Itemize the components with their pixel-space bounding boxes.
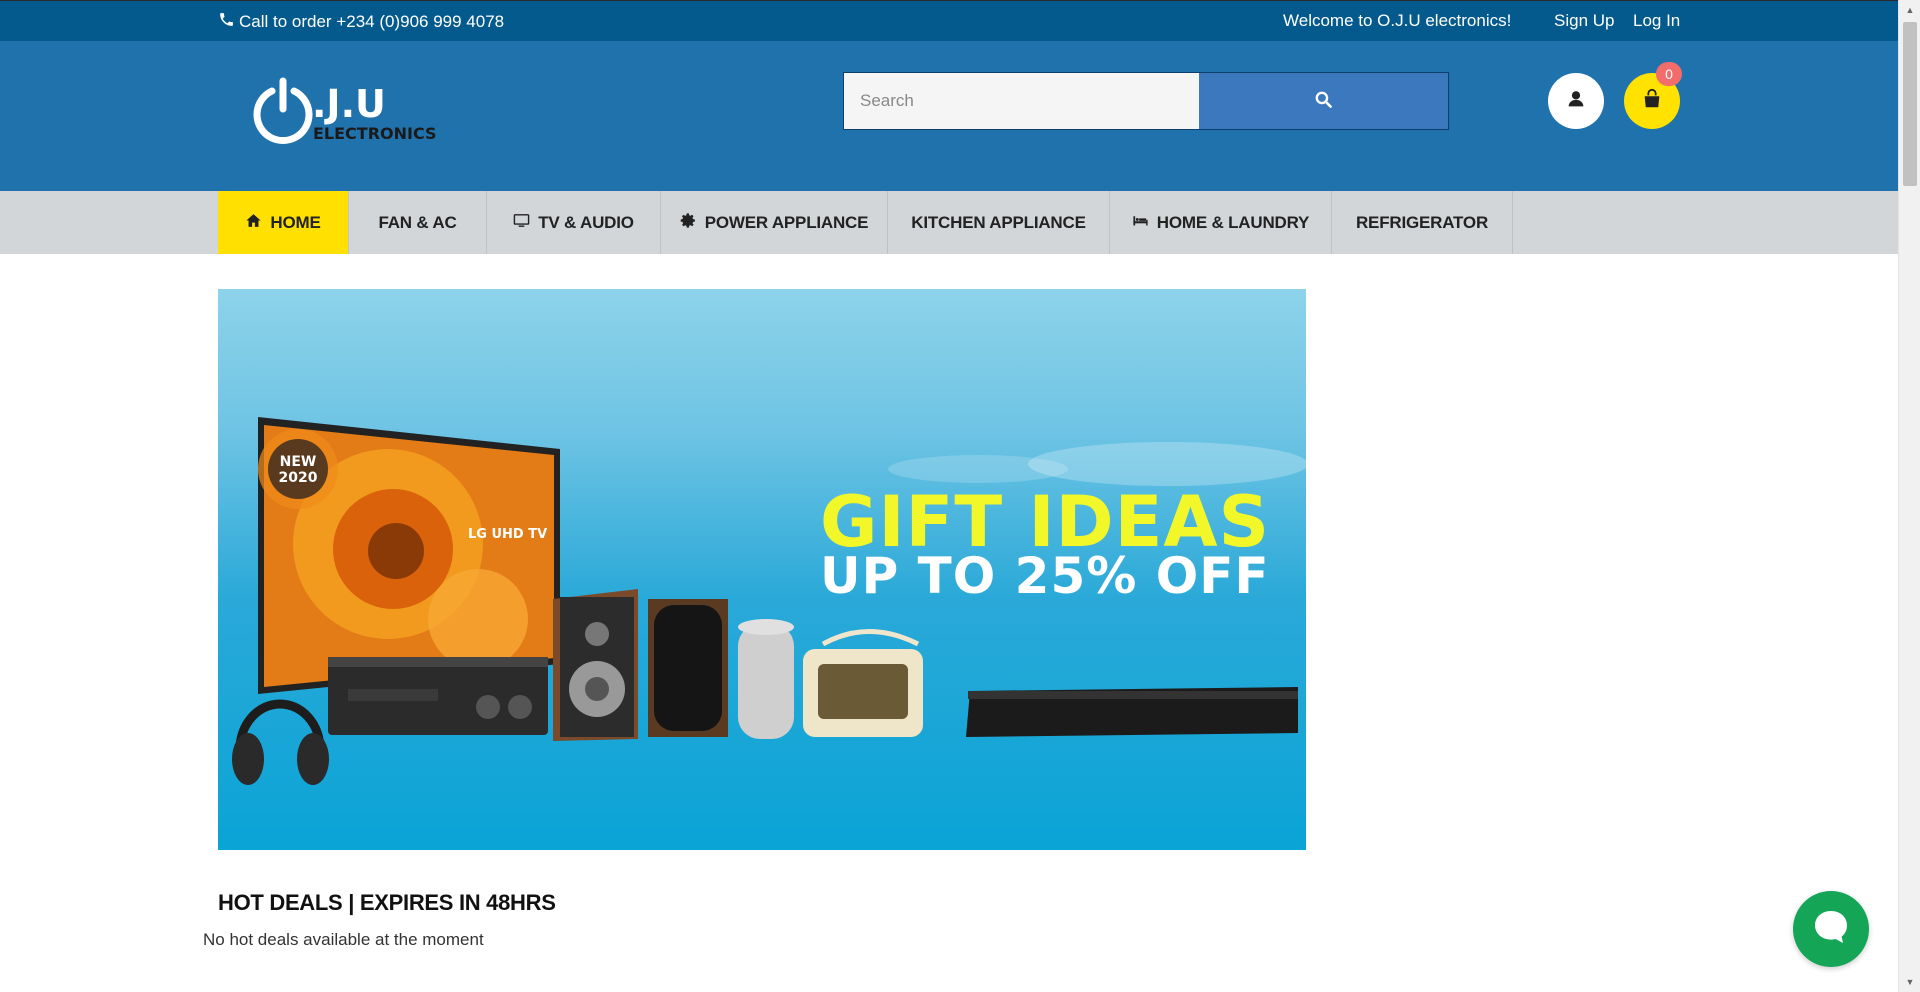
phone-contact: Call to order +234 (0)906 999 4078 bbox=[218, 11, 504, 33]
logo-sub-text: ELECTRONICS bbox=[313, 124, 437, 143]
page: Call to order +234 (0)906 999 4078 Welco… bbox=[0, 0, 1898, 988]
speakers-illustration bbox=[553, 589, 728, 741]
site-header: .J.U ELECTRONICS 0 bbox=[0, 41, 1898, 191]
nav-label: HOME bbox=[270, 212, 321, 232]
scrollbar-thumb[interactable] bbox=[1903, 22, 1917, 186]
logo-main-text: .J.U bbox=[312, 82, 386, 126]
site-logo[interactable]: .J.U ELECTRONICS bbox=[250, 77, 450, 149]
account-button[interactable] bbox=[1548, 73, 1604, 129]
nav-label: HOME & LAUNDRY bbox=[1156, 212, 1310, 232]
nav-item-power-appliance[interactable]: POWER APPLIANCE bbox=[661, 191, 888, 254]
nav-label: TV & AUDIO bbox=[538, 212, 634, 232]
phone-icon bbox=[218, 11, 235, 33]
nav-label: FAN & AC bbox=[378, 212, 457, 232]
scroll-down-arrow-icon[interactable]: ▼ bbox=[1899, 972, 1920, 992]
banner-subline: UP TO 25% OFF bbox=[820, 547, 1270, 605]
gear-icon bbox=[680, 212, 697, 234]
receiver-illustration bbox=[328, 657, 548, 735]
shopping-bag-icon bbox=[1641, 88, 1663, 115]
nav-label: KITCHEN APPLIANCE bbox=[911, 212, 1086, 232]
page-scrollbar[interactable]: ▲ ▼ bbox=[1898, 0, 1920, 992]
svg-text:2020: 2020 bbox=[279, 470, 318, 486]
hot-deals-empty-message: No hot deals available at the moment bbox=[203, 930, 484, 949]
top-bar: Call to order +234 (0)906 999 4078 Welco… bbox=[0, 0, 1898, 41]
svg-text:NEW: NEW bbox=[280, 454, 317, 470]
nav-item-refrigerator[interactable]: REFRIGERATOR bbox=[1332, 191, 1513, 254]
nav-item-home[interactable]: HOME bbox=[218, 191, 349, 254]
smart-speaker-illustration bbox=[738, 619, 794, 739]
search-button[interactable] bbox=[1199, 73, 1448, 129]
main-nav: HOME FAN & AC TV & AUDIO POWER APPLIANCE… bbox=[0, 191, 1898, 254]
nav-label: REFRIGERATOR bbox=[1355, 212, 1489, 232]
headphones-illustration bbox=[232, 699, 329, 785]
tv-illustration: NEW 2020 LG UHD TV bbox=[258, 417, 560, 694]
search-input[interactable] bbox=[844, 73, 1199, 129]
promo-banner[interactable]: NEW 2020 LG UHD TV GIFT IDEAS UP TO 25% … bbox=[218, 289, 1306, 850]
radio-illustration bbox=[803, 629, 923, 737]
hot-deals-title: HOT DEALS | EXPIRES IN 48HRS bbox=[218, 890, 556, 915]
svg-text:LG UHD TV: LG UHD TV bbox=[468, 527, 547, 542]
chat-bubble-icon bbox=[1809, 905, 1853, 954]
phone-text: Call to order +234 (0)906 999 4078 bbox=[239, 12, 505, 31]
welcome-text: Welcome to O.J.U electronics! bbox=[1283, 11, 1512, 30]
nav-item-tv-audio[interactable]: TV & AUDIO bbox=[487, 191, 661, 254]
search-bar bbox=[843, 72, 1449, 130]
chat-widget-button[interactable] bbox=[1793, 891, 1869, 967]
home-icon bbox=[245, 212, 262, 234]
nav-label: POWER APPLIANCE bbox=[704, 212, 869, 232]
search-icon bbox=[1314, 90, 1333, 112]
nav-item-home-laundry[interactable]: HOME & LAUNDRY bbox=[1110, 191, 1332, 254]
scroll-up-arrow-icon[interactable]: ▲ bbox=[1899, 0, 1920, 20]
sign-up-link[interactable]: Sign Up bbox=[1554, 11, 1614, 31]
log-in-link[interactable]: Log In bbox=[1633, 11, 1680, 31]
cart-count-badge: 0 bbox=[1656, 62, 1682, 86]
tv-icon bbox=[513, 212, 530, 234]
nav-item-kitchen-appliance[interactable]: KITCHEN APPLIANCE bbox=[888, 191, 1110, 254]
nav-item-fan-ac[interactable]: FAN & AC bbox=[349, 191, 487, 254]
bed-icon bbox=[1132, 212, 1149, 234]
user-icon bbox=[1565, 88, 1587, 115]
soundbar-illustration bbox=[966, 687, 1298, 737]
